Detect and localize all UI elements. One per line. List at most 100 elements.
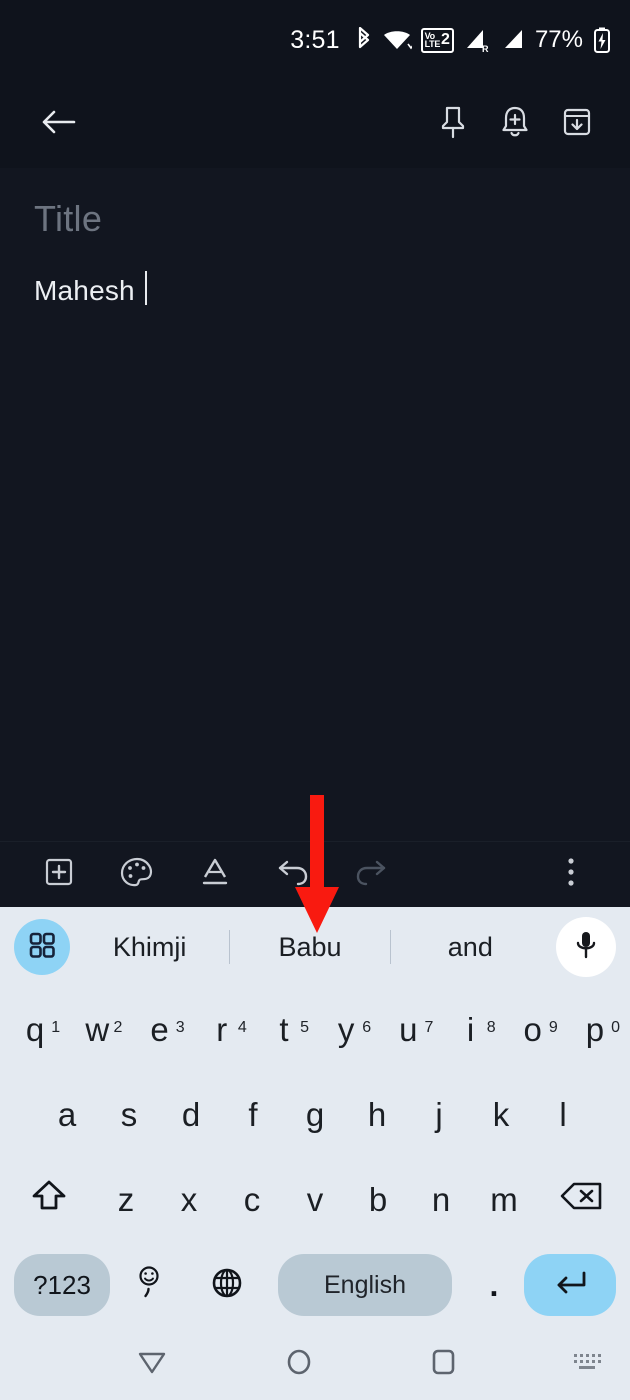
on-screen-keyboard: Khimji Babu and q 1 w 2 e 3 r 4 t 5 y 6 … <box>0 907 630 1328</box>
key-u[interactable]: u 7 <box>377 1011 439 1049</box>
key-d[interactable]: d <box>160 1096 222 1134</box>
status-bar: 3:51 Vo LTE 2 R 77% <box>0 0 630 80</box>
add-alert-icon <box>500 105 530 144</box>
key-n[interactable]: n <box>410 1181 473 1219</box>
key-y[interactable]: y 6 <box>315 1011 377 1049</box>
battery-percent-label: 77% <box>534 26 583 53</box>
note-edit-toolbar <box>0 841 630 907</box>
key-j[interactable]: j <box>408 1096 470 1134</box>
key-l[interactable]: l <box>532 1096 594 1134</box>
recents-square-icon <box>428 1346 458 1383</box>
key-m[interactable]: m <box>473 1181 536 1219</box>
redo-button[interactable] <box>332 845 410 905</box>
more-options-button[interactable] <box>532 845 610 905</box>
keyboard-switcher-icon <box>572 1351 602 1378</box>
key-number-hint: 2 <box>113 1018 123 1036</box>
archive-button[interactable] <box>546 93 608 155</box>
recents-button[interactable] <box>428 1346 458 1383</box>
note-body-input[interactable]: Mahesh <box>34 275 135 307</box>
pin-icon <box>438 105 468 144</box>
archive-icon <box>561 106 593 143</box>
note-app-toolbar <box>0 80 630 168</box>
volte-lte-label: LTE <box>424 39 441 49</box>
key-k[interactable]: k <box>470 1096 532 1134</box>
key-h[interactable]: h <box>346 1096 408 1134</box>
key-t[interactable]: t 5 <box>253 1011 315 1049</box>
keyboard-row-4: ?123 English . <box>0 1242 630 1328</box>
key-label: w <box>85 1010 110 1048</box>
battery-charging-icon <box>592 26 612 54</box>
key-v[interactable]: v <box>284 1181 347 1219</box>
key-s[interactable]: s <box>98 1096 160 1134</box>
note-title-input[interactable]: Title <box>34 196 596 242</box>
language-globe-icon <box>210 1266 244 1305</box>
key-label: i <box>466 1010 475 1048</box>
add-box-icon <box>43 856 75 893</box>
undo-icon <box>276 857 310 892</box>
key-o[interactable]: o 9 <box>502 1011 564 1049</box>
palette-icon <box>120 856 154 893</box>
key-label: o <box>523 1010 542 1048</box>
shift-icon <box>30 1178 68 1222</box>
language-switch-key[interactable] <box>188 1254 266 1316</box>
volte-sim-number: 2 <box>441 31 450 48</box>
back-button[interactable] <box>28 93 90 155</box>
suggestion-list: Khimji Babu and <box>70 930 550 964</box>
key-z[interactable]: z <box>95 1181 158 1219</box>
note-edit-area[interactable]: Title Mahesh <box>0 168 630 841</box>
volte-icon: Vo LTE 2 <box>420 27 454 53</box>
suggestion-item-3[interactable]: and <box>391 932 550 963</box>
suggestion-strip: Khimji Babu and <box>0 907 630 987</box>
key-p[interactable]: p 0 <box>564 1011 626 1049</box>
phone-screen: 3:51 Vo LTE 2 R 77% Title Mahesh Khimji … <box>0 0 630 1400</box>
key-a[interactable]: a <box>36 1096 98 1134</box>
undo-button[interactable] <box>254 845 332 905</box>
key-g[interactable]: g <box>284 1096 346 1134</box>
space-key[interactable]: English <box>278 1254 452 1316</box>
reminder-button[interactable] <box>484 93 546 155</box>
enter-key-icon <box>551 1268 589 1303</box>
voice-input-button[interactable] <box>556 917 616 977</box>
background-options-button[interactable] <box>98 845 176 905</box>
key-label: r <box>216 1010 228 1048</box>
keyboard-switcher-button[interactable] <box>572 1351 602 1378</box>
svg-text:R: R <box>482 44 489 54</box>
bluetooth-icon <box>355 26 373 54</box>
text-cursor <box>144 271 147 305</box>
period-key[interactable]: . <box>464 1254 524 1316</box>
emoji-key[interactable] <box>110 1254 188 1316</box>
back-arrow-icon <box>40 107 78 142</box>
overflow-menu-icon <box>566 856 576 893</box>
key-c[interactable]: c <box>221 1181 284 1219</box>
key-x[interactable]: x <box>158 1181 221 1219</box>
key-f[interactable]: f <box>222 1096 284 1134</box>
key-w[interactable]: w 2 <box>66 1011 128 1049</box>
key-r[interactable]: r 4 <box>191 1011 253 1049</box>
pin-button[interactable] <box>422 93 484 155</box>
suggestion-item-2[interactable]: Babu <box>230 932 389 963</box>
shift-key[interactable] <box>13 1178 85 1222</box>
backspace-key[interactable] <box>546 1180 618 1220</box>
key-label: p <box>585 1010 605 1048</box>
text-format-button[interactable] <box>176 845 254 905</box>
hide-keyboard-button[interactable] <box>135 1347 169 1382</box>
key-q[interactable]: q 1 <box>4 1011 66 1049</box>
symbols-key[interactable]: ?123 <box>14 1254 110 1316</box>
home-button[interactable] <box>283 1346 315 1383</box>
key-label: q <box>25 1010 45 1048</box>
key-i[interactable]: i 8 <box>439 1011 501 1049</box>
microphone-icon <box>573 929 599 966</box>
key-b[interactable]: b <box>347 1181 410 1219</box>
key-label: y <box>337 1010 355 1048</box>
hide-keyboard-icon <box>135 1347 169 1382</box>
format-text-icon <box>200 856 230 893</box>
keyboard-apps-button[interactable] <box>14 919 70 975</box>
app-grid-icon <box>27 930 57 965</box>
enter-key[interactable] <box>524 1254 616 1316</box>
note-body-row: Mahesh <box>34 266 596 307</box>
suggestion-item-1[interactable]: Khimji <box>70 932 229 963</box>
add-content-button[interactable] <box>20 845 98 905</box>
key-e[interactable]: e 3 <box>128 1011 190 1049</box>
signal-icon <box>502 27 526 54</box>
key-number-hint: 7 <box>424 1018 434 1036</box>
